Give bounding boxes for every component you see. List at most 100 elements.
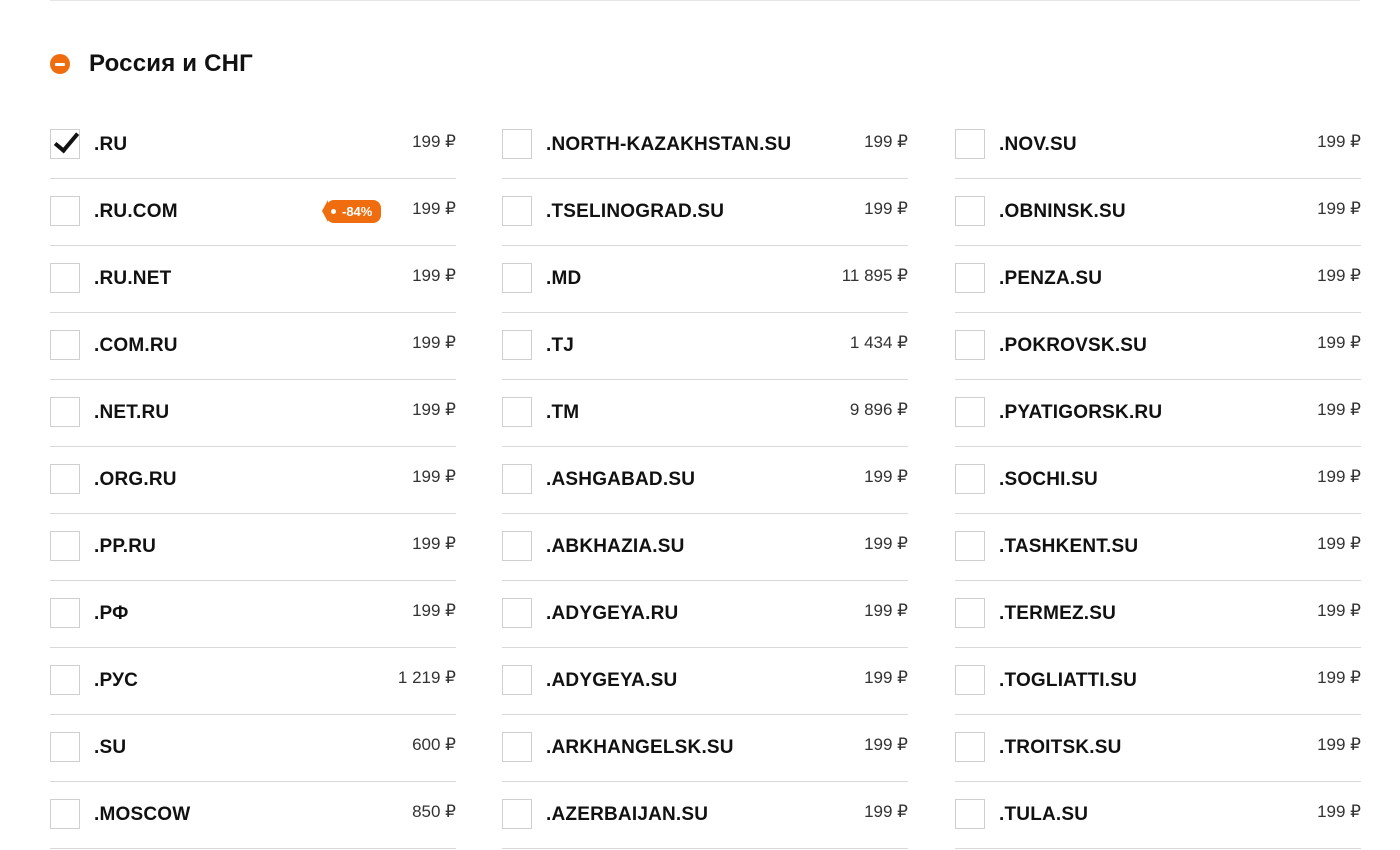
domain-checkbox[interactable]	[955, 397, 985, 427]
domain-column-3: .NOV.SU 199 ₽ .OBNINSK.SU 199 ₽ .PENZA.SU 199…	[955, 112, 1361, 849]
domain-row[interactable]: .RU.NET 199 ₽	[50, 246, 456, 313]
domain-row[interactable]: .NET.RU 199 ₽	[50, 380, 456, 447]
domain-price: 850 ₽	[412, 802, 456, 821]
domain-row[interactable]: .РФ 199 ₽	[50, 581, 456, 648]
domain-row[interactable]: .MOSCOW 850 ₽	[50, 782, 456, 849]
domain-checkbox[interactable]	[955, 196, 985, 226]
domain-row[interactable]: .OBNINSK.SU 199 ₽	[955, 179, 1361, 246]
domain-price: 199 ₽	[412, 199, 456, 218]
domain-name: .NOV.SU	[999, 134, 1077, 155]
domain-row[interactable]: .NOV.SU 199 ₽	[955, 112, 1361, 179]
domain-row[interactable]: .AZERBAIJAN.SU 199 ₽	[502, 782, 908, 849]
domain-checkbox[interactable]	[50, 531, 80, 561]
domain-name: .ORG.RU	[94, 469, 177, 490]
domain-checkbox[interactable]	[955, 799, 985, 829]
domain-checkbox[interactable]	[502, 129, 532, 159]
domain-row[interactable]: .TROITSK.SU 199 ₽	[955, 715, 1361, 782]
domain-price: 199 ₽	[864, 199, 908, 218]
domain-checkbox[interactable]	[502, 263, 532, 293]
domain-name: .TSELINOGRAD.SU	[546, 201, 725, 222]
section-title: Россия и СНГ	[89, 50, 253, 77]
domain-name: .TM	[546, 402, 580, 423]
domain-name: .ABKHAZIA.SU	[546, 536, 685, 557]
domain-checkbox[interactable]	[502, 732, 532, 762]
domain-row[interactable]: .TJ 1 434 ₽	[502, 313, 908, 380]
domain-name: .PENZA.SU	[999, 268, 1103, 289]
minus-circle-icon[interactable]	[50, 54, 70, 74]
domain-checkbox[interactable]	[955, 598, 985, 628]
domain-checkbox[interactable]	[955, 330, 985, 360]
domain-row[interactable]: .COM.RU 199 ₽	[50, 313, 456, 380]
domain-name: .PP.RU	[94, 536, 157, 557]
domain-name: .SOCHI.SU	[999, 469, 1098, 490]
domain-row[interactable]: .ADYGEYA.RU 199 ₽	[502, 581, 908, 648]
section-header[interactable]: Россия и СНГ	[50, 48, 253, 80]
domain-checkbox[interactable]	[50, 397, 80, 427]
domain-price: 199 ₽	[1317, 400, 1361, 419]
domain-checkbox[interactable]	[50, 464, 80, 494]
domain-checkbox[interactable]	[50, 799, 80, 829]
domain-checkbox[interactable]	[502, 531, 532, 561]
domain-row[interactable]: .POKROVSK.SU 199 ₽	[955, 313, 1361, 380]
domain-checkbox[interactable]	[502, 196, 532, 226]
domain-row[interactable]: .TSELINOGRAD.SU 199 ₽	[502, 179, 908, 246]
domain-row[interactable]: .ADYGEYA.SU 199 ₽	[502, 648, 908, 715]
domain-checkbox[interactable]	[50, 598, 80, 628]
domain-name: .TROITSK.SU	[999, 737, 1122, 758]
domain-column-1: .RU 199 ₽ .RU.COM -84% 199 ₽ .RU.NET 199 ₽ .COM…	[50, 112, 456, 849]
domain-checkbox[interactable]	[502, 799, 532, 829]
domain-price: 199 ₽	[864, 802, 908, 821]
domain-row[interactable]: .ASHGABAD.SU 199 ₽	[502, 447, 908, 514]
domain-price: 199 ₽	[1317, 668, 1361, 687]
domain-row[interactable]: .SOCHI.SU 199 ₽	[955, 447, 1361, 514]
domain-price: 199 ₽	[1317, 467, 1361, 486]
domain-checkbox[interactable]	[50, 732, 80, 762]
domain-row[interactable]: .TOGLIATTI.SU 199 ₽	[955, 648, 1361, 715]
domain-row[interactable]: .NORTH-KAZAKHSTAN.SU 199 ₽	[502, 112, 908, 179]
domain-name: .RU.NET	[94, 268, 172, 289]
domain-name: .ASHGABAD.SU	[546, 469, 696, 490]
domain-row[interactable]: .РУС 1 219 ₽	[50, 648, 456, 715]
domain-row[interactable]: .PYATIGORSK.RU 199 ₽	[955, 380, 1361, 447]
domain-row[interactable]: .ABKHAZIA.SU 199 ₽	[502, 514, 908, 581]
domain-row[interactable]: .RU 199 ₽	[50, 112, 456, 179]
domain-price: 199 ₽	[1317, 266, 1361, 285]
domain-checkbox[interactable]	[50, 196, 80, 226]
domain-checkbox[interactable]	[502, 665, 532, 695]
domain-name: .PYATIGORSK.RU	[999, 402, 1163, 423]
domain-checkbox[interactable]	[955, 464, 985, 494]
domain-row[interactable]: .RU.COM -84% 199 ₽	[50, 179, 456, 246]
domain-checkbox[interactable]	[955, 129, 985, 159]
domain-row[interactable]: .PP.RU 199 ₽	[50, 514, 456, 581]
domain-row[interactable]: .TM 9 896 ₽	[502, 380, 908, 447]
domain-row[interactable]: .SU 600 ₽	[50, 715, 456, 782]
domain-row[interactable]: .ARKHANGELSK.SU 199 ₽	[502, 715, 908, 782]
domain-row[interactable]: .MD 11 895 ₽	[502, 246, 908, 313]
domain-row[interactable]: .TERMEZ.SU 199 ₽	[955, 581, 1361, 648]
domain-checkbox[interactable]	[502, 598, 532, 628]
domain-name: .TJ	[546, 335, 575, 356]
domain-row[interactable]: .ORG.RU 199 ₽	[50, 447, 456, 514]
domain-checkbox[interactable]	[50, 330, 80, 360]
domain-name: .AZERBAIJAN.SU	[546, 804, 709, 825]
domain-row[interactable]: .TASHKENT.SU 199 ₽	[955, 514, 1361, 581]
domain-row[interactable]: .PENZA.SU 199 ₽	[955, 246, 1361, 313]
domain-checkbox[interactable]	[955, 732, 985, 762]
domain-price: 199 ₽	[1317, 802, 1361, 821]
domain-row[interactable]: .TULA.SU 199 ₽	[955, 782, 1361, 849]
domain-name: .SU	[94, 737, 127, 758]
domain-price: 199 ₽	[864, 668, 908, 687]
domain-name: .POKROVSK.SU	[999, 335, 1148, 356]
domain-checkbox[interactable]	[502, 464, 532, 494]
domain-checkbox[interactable]	[50, 263, 80, 293]
domain-checkbox[interactable]	[955, 263, 985, 293]
domain-checkbox[interactable]	[502, 330, 532, 360]
domain-checkbox[interactable]	[955, 531, 985, 561]
domain-price: 199 ₽	[1317, 132, 1361, 151]
domain-checkbox[interactable]	[50, 665, 80, 695]
domain-price: 199 ₽	[412, 132, 456, 151]
domain-checkbox[interactable]	[50, 129, 80, 159]
domain-name: .TULA.SU	[999, 804, 1089, 825]
domain-checkbox[interactable]	[502, 397, 532, 427]
domain-checkbox[interactable]	[955, 665, 985, 695]
